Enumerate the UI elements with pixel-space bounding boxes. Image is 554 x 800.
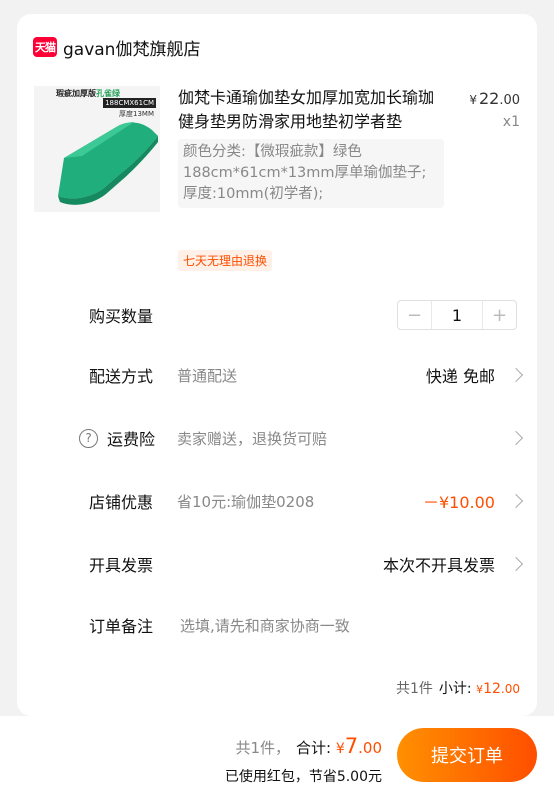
product-image[interactable]: 瑕疵加厚版孔雀绿 188CMX61CM 厚度13MM	[34, 86, 160, 212]
quantity-label: 购买数量	[89, 307, 154, 326]
chevron-right-icon[interactable]	[508, 556, 524, 572]
subtotal-amount: ¥12.00	[476, 681, 520, 697]
delivery-row[interactable]: 配送方式 普通配送 快递 免邮	[17, 360, 537, 390]
subtotal-label: 小计:	[438, 681, 472, 697]
delivery-label: 配送方式	[89, 367, 154, 386]
subtotal-count: 共1件	[395, 681, 433, 697]
invoice-label: 开具发票	[89, 556, 154, 575]
insurance-value: 卖家赠送，退换货可赔	[177, 429, 328, 448]
insurance-label: 运费险	[107, 430, 156, 449]
discount-amount: －¥10.00	[423, 493, 495, 512]
product-sku[interactable]: 颜色分类:【微瑕疵款】绿色188cm*61cm*13mm厚单瑜伽垫子;厚度:10…	[178, 139, 444, 208]
order-note-row: 订单备注 选填,请先和商家协商一致	[17, 610, 537, 640]
product-image-thickness: 厚度13MM	[119, 110, 154, 118]
total-amount: ¥7.00	[335, 734, 382, 758]
invoice-row[interactable]: 开具发票 本次不开具发票	[17, 549, 537, 579]
quantity-stepper[interactable]: − 1 +	[397, 300, 517, 330]
discount-label: 店铺优惠	[89, 493, 154, 512]
shipping-insurance-row[interactable]: ? 运费险 卖家赠送，退换货可赔	[17, 423, 537, 453]
return-policy-badge: 七天无理由退换	[178, 250, 273, 271]
checkout-bar: 共1件， 合计: ¥7.00 已使用红包，节省5.00元 提交订单	[0, 716, 554, 800]
shop-header[interactable]: 天猫 gavan伽梵旗舰店	[33, 35, 200, 60]
submit-order-button[interactable]: 提交订单	[397, 728, 537, 782]
invoice-status: 本次不开具发票	[382, 556, 495, 575]
subtotal: 共1件 小计: ¥12.00	[396, 678, 520, 698]
store-discount-row[interactable]: 店铺优惠 省10元:瑜伽垫0208 －¥10.00	[17, 486, 537, 516]
chevron-right-icon[interactable]	[508, 430, 524, 446]
saving-text: 已使用红包，节省5.00元	[224, 769, 382, 785]
order-card: 天猫 gavan伽梵旗舰店 瑕疵加厚版孔雀绿 188CMX61CM 厚度13MM…	[17, 14, 537, 716]
chevron-right-icon[interactable]	[508, 493, 524, 509]
total-count: 共1件，	[235, 739, 290, 757]
product-image-size: 188CMX61CM	[103, 98, 156, 108]
note-input[interactable]: 选填,请先和商家协商一致	[180, 615, 350, 636]
total-line: 共1件， 合计: ¥7.00	[235, 734, 382, 758]
product-quantity: x1	[502, 114, 520, 130]
tmall-logo-icon: 天猫	[33, 37, 57, 57]
product-title[interactable]: 伽梵卡通瑜伽垫女加厚加宽加长瑜珈健身垫男防滑家用地垫初学者垫	[178, 86, 440, 134]
quantity-value[interactable]: 1	[432, 301, 482, 329]
increase-button[interactable]: +	[482, 301, 516, 329]
discount-description: 省10元:瑜伽垫0208	[177, 492, 315, 511]
delivery-fee: 快递 免邮	[425, 367, 495, 386]
total-label: 合计:	[296, 739, 332, 757]
decrease-button[interactable]: −	[398, 301, 432, 329]
chevron-right-icon[interactable]	[508, 367, 524, 383]
note-label: 订单备注	[89, 617, 154, 636]
help-icon[interactable]: ?	[79, 428, 98, 448]
delivery-method: 普通配送	[177, 366, 238, 385]
shop-name[interactable]: gavan伽梵旗舰店	[63, 35, 200, 60]
product-price: ¥22.00	[469, 89, 520, 108]
